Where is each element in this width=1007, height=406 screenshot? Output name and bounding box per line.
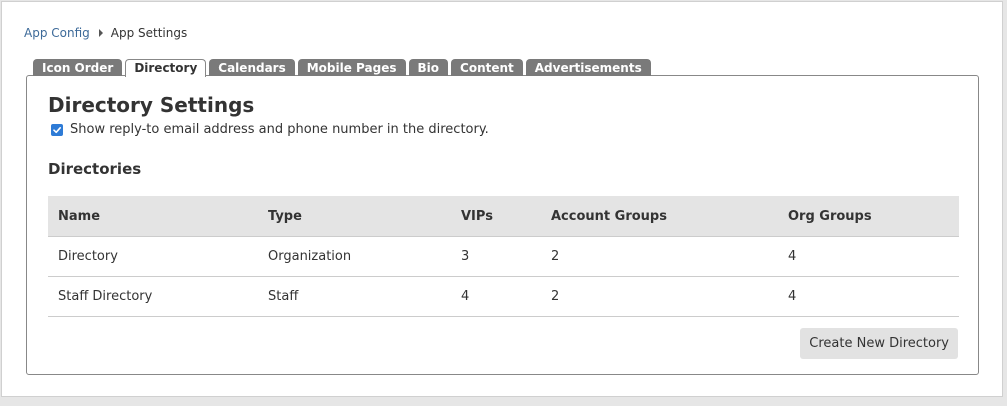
table-row[interactable]: Directory Organization 3 2 4 — [48, 236, 959, 277]
show-reply-to-option[interactable]: Show reply-to email address and phone nu… — [51, 122, 489, 137]
cell-type: Organization — [258, 236, 451, 277]
directories-table: Name Type VIPs Account Groups Org Groups… — [48, 196, 959, 317]
header-vips[interactable]: VIPs — [451, 196, 541, 237]
show-reply-to-label: Show reply-to email address and phone nu… — [70, 122, 489, 137]
create-new-directory-button[interactable]: Create New Directory — [800, 328, 958, 359]
show-reply-to-checkbox[interactable] — [51, 123, 63, 136]
breadcrumb-current: App Settings — [110, 26, 188, 40]
tab-bio[interactable]: Bio — [408, 59, 449, 76]
cell-name[interactable]: Directory — [48, 236, 258, 277]
header-org-groups[interactable]: Org Groups — [778, 196, 959, 237]
cell-account-groups: 2 — [541, 276, 778, 317]
header-name[interactable]: Name — [48, 196, 258, 237]
settings-tabs: Icon Order Directory Calendars Mobile Pa… — [33, 59, 651, 77]
chevron-right-icon — [98, 29, 103, 37]
tab-calendars[interactable]: Calendars — [209, 59, 295, 76]
directory-settings-panel: Directory Settings Show reply-to email a… — [26, 75, 979, 375]
tab-advertisements[interactable]: Advertisements — [525, 59, 651, 76]
breadcrumb: App Config App Settings — [24, 26, 187, 40]
tab-icon-order[interactable]: Icon Order — [33, 59, 123, 76]
tab-mobile-pages[interactable]: Mobile Pages — [297, 59, 406, 76]
cell-org-groups: 4 — [778, 236, 959, 277]
page-title: Directory Settings — [48, 93, 255, 117]
breadcrumb-app-config[interactable]: App Config — [24, 26, 90, 40]
cell-org-groups: 4 — [778, 276, 959, 317]
tab-content[interactable]: Content — [451, 59, 523, 76]
cell-vips: 4 — [451, 276, 541, 317]
table-header-row: Name Type VIPs Account Groups Org Groups — [48, 196, 959, 237]
cell-account-groups: 2 — [541, 236, 778, 277]
cell-name[interactable]: Staff Directory — [48, 276, 258, 317]
table-row[interactable]: Staff Directory Staff 4 2 4 — [48, 276, 959, 317]
directories-heading: Directories — [48, 160, 142, 178]
header-account-groups[interactable]: Account Groups — [541, 196, 778, 237]
header-type[interactable]: Type — [258, 196, 451, 237]
cell-type: Staff — [258, 276, 451, 317]
app-frame: App Config App Settings Icon Order Direc… — [1, 1, 1003, 397]
checkmark-icon — [53, 126, 61, 133]
cell-vips: 3 — [451, 236, 541, 277]
tab-directory[interactable]: Directory — [125, 59, 207, 77]
